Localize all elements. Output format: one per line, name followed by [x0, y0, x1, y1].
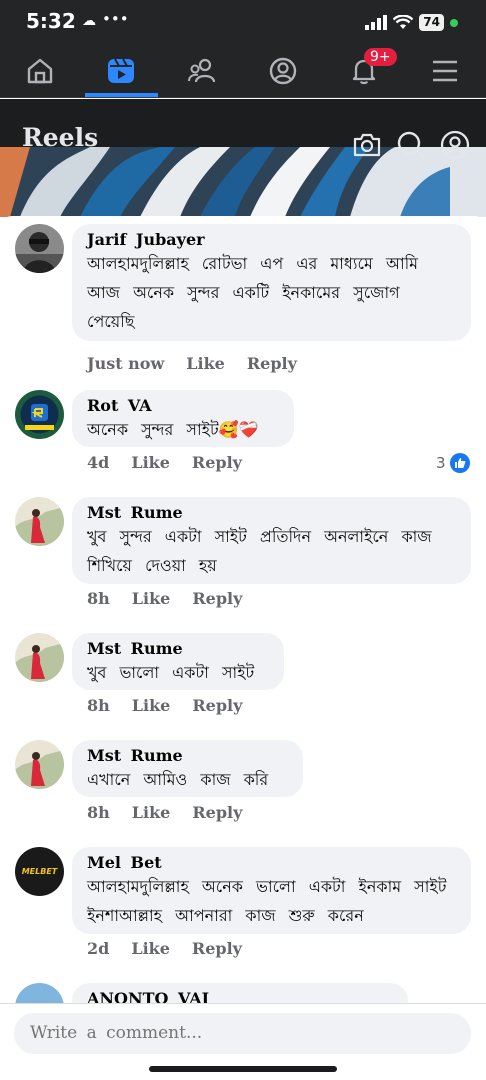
comment-bubble[interactable]: Rot VA অনেক সুন্দর সাইট🥰❤️‍🩹	[72, 390, 294, 447]
avatar[interactable]	[15, 390, 64, 439]
profile-icon	[440, 130, 470, 160]
reply-button[interactable]: Reply	[247, 354, 297, 373]
top-nav	[0, 48, 486, 98]
comment-time: 8h	[87, 803, 110, 822]
reels-icon	[108, 58, 134, 83]
comment-bubble[interactable]: Mst Rume খুব ভালো একটা সাইট	[72, 633, 284, 690]
privacy-indicator	[450, 18, 458, 27]
avatar[interactable]	[15, 633, 64, 682]
avatar[interactable]	[15, 497, 64, 546]
thumbs-up-icon	[449, 453, 470, 473]
avatar[interactable]	[15, 224, 64, 273]
comment-author[interactable]: Jarif Jubayer	[87, 231, 456, 249]
comment-bubble[interactable]: Mst Rume এখানে আমিও কাজ করি	[72, 740, 303, 797]
signal-icon	[365, 15, 388, 30]
comment-time: 4d	[87, 453, 110, 472]
comment-text: এখানে আমিও কাজ করি	[87, 770, 269, 789]
reply-button[interactable]: Reply	[192, 696, 242, 715]
reply-button[interactable]: Reply	[192, 589, 242, 608]
comment-text: আলহামদুলিল্লাহ অনেক ভালো একটা ইনকাম সাইট…	[87, 877, 447, 925]
comment-actions: 2d Like Reply	[87, 939, 264, 958]
comment-composer	[0, 1003, 486, 1066]
profile-icon	[269, 57, 297, 85]
nav-profile[interactable]	[260, 52, 306, 90]
status-bar: 5:32 ☁ ••• 74	[0, 0, 486, 48]
comment-author[interactable]: Mel Bet	[87, 854, 456, 872]
avatar-image	[15, 497, 64, 546]
like-button[interactable]: Like	[132, 803, 171, 822]
status-dots: •••	[102, 10, 129, 28]
comment-bubble[interactable]: Mel Bet আলহামদুলিল্লাহ অনেক ভালো একটা ইন…	[72, 847, 471, 934]
reels-header: Reels	[0, 99, 486, 217]
active-tab-indicator	[85, 93, 158, 97]
like-button[interactable]: Like	[131, 453, 170, 472]
avatar-image	[15, 224, 64, 273]
comment-actions: 4d Like Reply	[87, 453, 264, 472]
comment-author[interactable]: Mst Rume	[87, 504, 456, 522]
comment-author[interactable]: Rot VA	[87, 397, 279, 415]
comments-sheet[interactable]: Jarif Jubayer আলহামদুলিল্লাহ রোটভা এপ এর…	[0, 216, 486, 1066]
search-icon	[397, 131, 426, 160]
reply-button[interactable]: Reply	[192, 803, 242, 822]
avatar-image	[15, 740, 64, 789]
comment-actions: Just now Like Reply	[87, 354, 319, 373]
notification-badge: 9+	[364, 48, 397, 66]
comment-bubble[interactable]: Jarif Jubayer আলহামদুলিল্লাহ রোটভা এপ এর…	[72, 224, 471, 341]
cloud-icon: ☁	[82, 13, 96, 29]
comment-text: অনেক সুন্দর সাইট🥰❤️‍🩹	[87, 420, 259, 439]
comment-time: 2d	[87, 939, 110, 958]
camera-button[interactable]	[351, 129, 383, 161]
menu-icon	[433, 60, 457, 82]
avatar[interactable]	[15, 740, 64, 789]
nav-reels[interactable]	[98, 52, 144, 90]
reels-profile-button[interactable]	[439, 129, 471, 161]
comment-bubble[interactable]: Mst Rume খুব সুন্দর একটা সাইট প্রতিদিন অ…	[72, 497, 471, 584]
comment-actions: 8h Like Reply	[87, 803, 264, 822]
home-icon	[27, 58, 53, 84]
camera-icon	[353, 133, 381, 157]
battery-indicator: 74	[419, 14, 444, 31]
like-button[interactable]: Like	[132, 589, 171, 608]
status-time: 5:32	[26, 9, 76, 33]
reaction-number: 3	[436, 454, 446, 472]
comment-text: আলহামদুলিল্লাহ রোটভা এপ এর মাধ্যমে আমি আ…	[87, 254, 419, 331]
avatar[interactable]: MELBET	[15, 847, 64, 896]
friends-icon	[188, 58, 216, 83]
comment-time: 8h	[87, 589, 110, 608]
avatar-image	[15, 390, 64, 439]
nav-friends[interactable]	[179, 52, 225, 90]
reply-button[interactable]: Reply	[192, 939, 242, 958]
reply-button[interactable]: Reply	[192, 453, 242, 472]
avatar-image	[15, 633, 64, 682]
page-title: Reels	[22, 123, 99, 152]
home-indicator[interactable]	[149, 1066, 337, 1072]
nav-home[interactable]	[17, 52, 63, 90]
avatar-logo-text: MELBET	[21, 867, 58, 876]
comment-author[interactable]: Mst Rume	[87, 640, 269, 658]
comment-author[interactable]: Mst Rume	[87, 747, 288, 765]
wifi-icon	[393, 15, 414, 29]
comment-text: খুব সুন্দর একটা সাইট প্রতিদিন অনলাইনে কা…	[87, 527, 432, 575]
status-indicators: 74	[365, 14, 458, 31]
reaction-count[interactable]: 3	[436, 453, 470, 473]
like-button[interactable]: Like	[186, 354, 225, 373]
nav-menu[interactable]	[422, 52, 468, 90]
comment-time: 8h	[87, 696, 110, 715]
like-button[interactable]: Like	[131, 939, 170, 958]
like-button[interactable]: Like	[132, 696, 171, 715]
comment-time: Just now	[87, 354, 165, 373]
comment-actions: 8h Like Reply	[87, 696, 264, 715]
comment-actions: 8h Like Reply	[87, 589, 264, 608]
search-button[interactable]	[395, 129, 427, 161]
comment-input[interactable]	[14, 1013, 471, 1054]
comment-text: খুব ভালো একটা সাইট	[87, 663, 255, 682]
